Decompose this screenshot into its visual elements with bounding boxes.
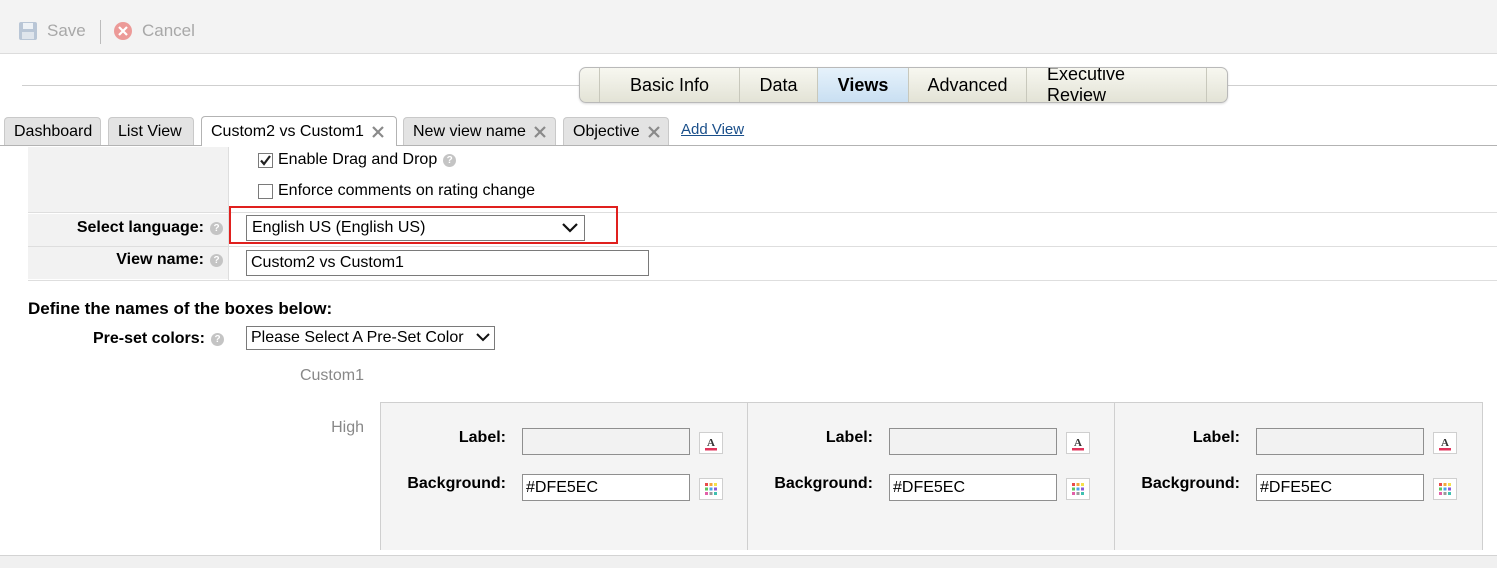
- box-label-input[interactable]: [522, 428, 690, 455]
- color-palette-icon: [705, 483, 717, 495]
- preset-select[interactable]: Please Select A Pre-Set Color: [246, 326, 495, 350]
- close-icon[interactable]: [647, 125, 660, 138]
- font-color-icon: A: [1072, 437, 1084, 451]
- tab-executive-review[interactable]: Executive Review: [1027, 68, 1207, 102]
- close-icon[interactable]: [372, 125, 384, 138]
- options-label-cell: [28, 147, 229, 212]
- drag-drop-option: Enable Drag and Drop ?: [258, 151, 457, 169]
- close-icon[interactable]: [534, 125, 546, 138]
- help-icon[interactable]: ?: [210, 253, 223, 267]
- row-divider: [28, 246, 1497, 247]
- box-label-input[interactable]: [1256, 428, 1424, 455]
- subtab-dashboard[interactable]: Dashboard: [4, 117, 101, 145]
- boxes-section-title: Define the names of the boxes below:: [28, 299, 333, 318]
- color-palette-icon: [1439, 483, 1451, 495]
- font-color-icon: A: [1439, 437, 1451, 451]
- tab-advanced[interactable]: Advanced: [909, 68, 1027, 102]
- font-color-icon: A: [705, 437, 717, 451]
- color-picker-button[interactable]: [1066, 478, 1090, 500]
- language-select[interactable]: English US (English US): [246, 215, 585, 241]
- enforce-comments-label: Enforce comments on rating change: [278, 182, 536, 199]
- preset-label: Pre-set colors:: [92, 330, 205, 347]
- language-field-label: Select language: ?: [28, 217, 223, 239]
- box-3: Label: A Background: #DFE5EC: [1115, 403, 1482, 550]
- svg-text:A: A: [1074, 437, 1082, 449]
- cancel-button[interactable]: Cancel: [113, 19, 195, 43]
- tab-views[interactable]: Views: [818, 68, 909, 102]
- language-label: Select language:: [76, 219, 204, 236]
- text-color-button[interactable]: A: [699, 432, 723, 454]
- view-name-input[interactable]: Custom2 vs Custom1: [246, 250, 649, 276]
- chevron-down-icon: [562, 223, 578, 233]
- preset-field-label: Pre-set colors: ?: [28, 328, 224, 350]
- language-value: English US (English US): [252, 219, 426, 236]
- label-caption: Label:: [825, 429, 873, 446]
- subtab-new-view-name[interactable]: New view name: [403, 117, 556, 145]
- subtab-custom2-vs-custom1[interactable]: Custom2 vs Custom1: [201, 116, 397, 146]
- background-caption: Background:: [1141, 475, 1240, 492]
- subtab-label: Custom2 vs Custom1: [211, 122, 364, 140]
- cancel-icon: [114, 22, 132, 40]
- toolbar: Save Cancel: [0, 0, 1497, 54]
- subtab-label: Objective: [573, 122, 640, 140]
- view-name-label: View name:: [116, 251, 204, 268]
- subtab-objective[interactable]: Objective: [563, 117, 669, 145]
- drag-drop-label: Enable Drag and Drop: [278, 151, 438, 168]
- main-tabs: Basic Info Data Views Advanced Executive…: [579, 67, 1228, 103]
- box-background-input[interactable]: #DFE5EC: [1256, 474, 1424, 501]
- text-color-button[interactable]: A: [1433, 432, 1457, 454]
- chevron-down-icon: [476, 333, 490, 342]
- view-tabs: Dashboard List View Custom2 vs Custom1 N…: [0, 116, 1497, 146]
- checkmark-icon: [260, 154, 271, 166]
- background-caption: Background:: [407, 475, 506, 492]
- subtab-list-view[interactable]: List View: [108, 117, 194, 145]
- boxes-grid: Label: A Background: #DFE5EC Label: A Ba…: [380, 402, 1483, 550]
- subtab-label: Dashboard: [14, 122, 93, 140]
- svg-text:A: A: [707, 437, 715, 449]
- drag-drop-checkbox[interactable]: [258, 152, 273, 168]
- box-1: Label: A Background: #DFE5EC: [381, 403, 748, 550]
- enforce-comments-option: Enforce comments on rating change: [258, 182, 535, 200]
- tab-data[interactable]: Data: [740, 68, 818, 102]
- add-view-link[interactable]: Add View: [681, 121, 744, 138]
- preset-value: Please Select A Pre-Set Color: [251, 329, 464, 346]
- main-tabs-left-cap: [580, 68, 600, 102]
- box-background-input[interactable]: #DFE5EC: [522, 474, 690, 501]
- label-caption: Label:: [458, 429, 506, 446]
- row-divider: [28, 280, 1497, 281]
- subtab-label: List View: [118, 122, 182, 140]
- box-2: Label: A Background: #DFE5EC: [748, 403, 1115, 550]
- save-icon: [19, 22, 37, 40]
- save-label: Save: [47, 21, 86, 40]
- color-palette-icon: [1072, 483, 1084, 495]
- color-picker-button[interactable]: [699, 478, 723, 500]
- enforce-comments-checkbox[interactable]: [258, 183, 273, 199]
- help-icon[interactable]: ?: [443, 153, 457, 167]
- subtab-label: New view name: [413, 122, 526, 140]
- column-header: Custom1: [299, 367, 364, 384]
- cancel-label: Cancel: [142, 21, 195, 40]
- view-name-value: Custom2 vs Custom1: [251, 254, 404, 271]
- main-tabs-right-cap: [1207, 68, 1227, 102]
- box-label-input[interactable]: [889, 428, 1057, 455]
- tab-basic-info[interactable]: Basic Info: [600, 68, 740, 102]
- help-icon[interactable]: ?: [211, 332, 224, 346]
- text-color-button[interactable]: A: [1066, 432, 1090, 454]
- view-name-field-label: View name: ?: [28, 249, 223, 271]
- save-button[interactable]: Save: [18, 19, 86, 43]
- color-picker-button[interactable]: [1433, 478, 1457, 500]
- footer-bar: [0, 555, 1497, 568]
- svg-text:A: A: [1441, 437, 1449, 449]
- help-icon[interactable]: ?: [210, 221, 223, 235]
- box-background-input[interactable]: #DFE5EC: [889, 474, 1057, 501]
- label-caption: Label:: [1192, 429, 1240, 446]
- background-caption: Background:: [774, 475, 873, 492]
- row-header: High: [331, 419, 364, 436]
- toolbar-divider: [100, 20, 101, 44]
